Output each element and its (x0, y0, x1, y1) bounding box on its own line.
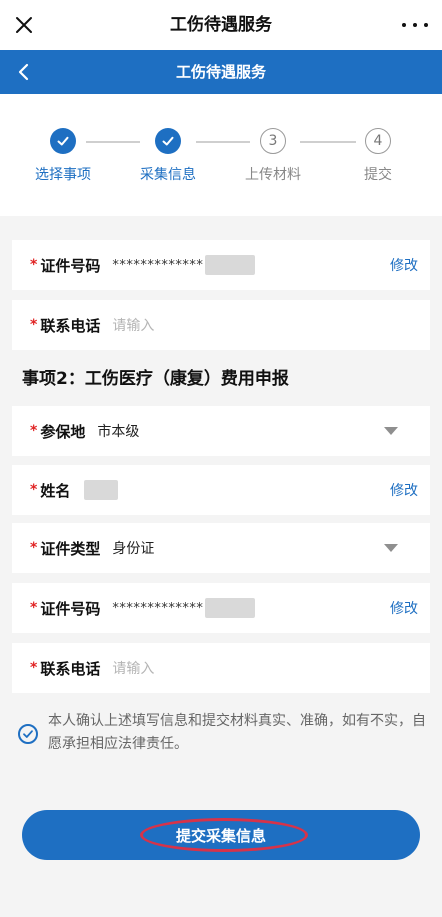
step-select-item: 选择事项 (18, 128, 108, 184)
page-title: 工伤待遇服务 (175, 63, 266, 81)
field-label: 联系电话 (40, 316, 101, 335)
edit-link[interactable]: 修改 (390, 480, 418, 500)
insured-place-select[interactable]: 市本级 (97, 421, 139, 441)
consent-text: 本人确认上述填写信息和提交材料真实、准确，如有不实，自愿承担相应法律责任。 (48, 713, 426, 752)
dropdown-arrow-icon[interactable] (384, 427, 398, 435)
check-icon (50, 128, 76, 154)
step-number: 4 (365, 128, 391, 154)
field-label: 姓名 (40, 481, 71, 500)
phone-row[interactable]: * 联系电话 请输入 (12, 643, 430, 693)
required-mark: * (30, 317, 38, 333)
redacted-block (205, 598, 256, 618)
edit-link[interactable]: 修改 (390, 598, 418, 618)
dropdown-arrow-icon[interactable] (384, 544, 398, 552)
field-label: 证件号码 (40, 599, 101, 618)
step-collect-info: 采集信息 (123, 128, 213, 184)
id-number-row[interactable]: * 证件号码 ************* 修改 (12, 240, 430, 290)
step-label: 采集信息 (140, 167, 196, 183)
field-label: 证件号码 (40, 256, 101, 275)
checkbox-checked-icon[interactable] (18, 724, 38, 744)
edit-link[interactable]: 修改 (390, 255, 418, 275)
progress-steps: 选择事项 采集信息 3 上传材料 4 提交 (0, 94, 442, 216)
top-bar: 工伤待遇服务 (0, 0, 442, 50)
field-label: 联系电话 (40, 659, 101, 678)
step-label: 选择事项 (35, 167, 91, 183)
insured-place-row[interactable]: * 参保地 市本级 (12, 406, 430, 456)
check-icon (155, 128, 181, 154)
nav-bar: 工伤待遇服务 (0, 50, 442, 94)
field-label: 证件类型 (40, 539, 101, 558)
required-mark: * (30, 257, 38, 273)
field-label: 参保地 (40, 422, 86, 441)
step-label: 上传材料 (245, 167, 301, 183)
id-type-select[interactable]: 身份证 (112, 538, 154, 558)
section-title: 事项2：工伤医疗（康复）费用申报 (22, 369, 289, 389)
step-label: 提交 (364, 167, 392, 183)
phone-input[interactable]: 请输入 (112, 315, 154, 335)
phone-row[interactable]: * 联系电话 请输入 (12, 300, 430, 350)
required-mark: * (30, 540, 38, 556)
phone-input[interactable]: 请输入 (112, 658, 154, 678)
required-mark: * (30, 660, 38, 676)
step-number: 3 (260, 128, 286, 154)
name-row[interactable]: * 姓名 修改 (12, 465, 430, 515)
consent-checkbox-row[interactable]: 本人确认上述填写信息和提交材料真实、准确，如有不实，自愿承担相应法律责任。 (18, 710, 428, 756)
id-number-value: ************* (112, 257, 204, 273)
step-submit: 4 提交 (333, 128, 423, 184)
id-number-row[interactable]: * 证件号码 ************* 修改 (12, 583, 430, 633)
redacted-block (84, 480, 119, 500)
id-type-row[interactable]: * 证件类型 身份证 (12, 523, 430, 573)
window-title: 工伤待遇服务 (170, 15, 272, 35)
required-mark: * (30, 423, 38, 439)
redacted-block (205, 255, 256, 275)
step-upload-materials: 3 上传材料 (228, 128, 318, 184)
more-icon[interactable] (402, 14, 428, 36)
highlight-circle (140, 818, 308, 852)
submit-button[interactable]: 提交采集信息 (22, 810, 420, 860)
required-mark: * (30, 600, 38, 616)
id-number-value: ************* (112, 600, 204, 616)
required-mark: * (30, 482, 38, 498)
